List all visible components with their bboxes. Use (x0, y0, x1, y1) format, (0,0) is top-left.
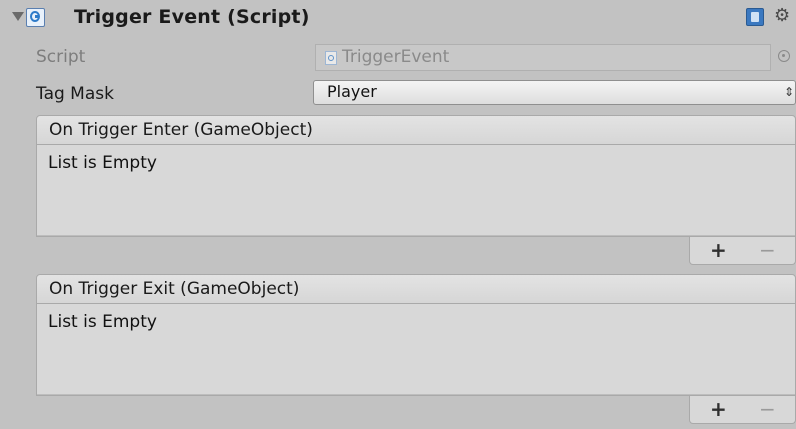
component-title: Trigger Event (Script) (74, 6, 310, 28)
inspector-panel: Trigger Event (Script) ⚙ Script TriggerE… (0, 0, 796, 429)
tag-mask-value: Player (327, 82, 377, 101)
add-listener-button[interactable]: + (710, 238, 727, 262)
gear-icon[interactable]: ⚙ (774, 6, 790, 26)
remove-listener-button[interactable]: − (759, 397, 776, 421)
on-trigger-exit-header: On Trigger Exit (GameObject) (36, 274, 796, 304)
dropdown-arrows-icon: ⇕ (784, 85, 795, 99)
triangle-down-icon[interactable] (12, 12, 24, 21)
list-empty-text: List is Empty (48, 153, 157, 173)
remove-listener-button[interactable]: − (759, 238, 776, 262)
script-file-icon (325, 51, 337, 65)
event-header-label: On Trigger Enter (GameObject) (49, 120, 313, 140)
on-trigger-exit-list[interactable]: List is Empty (36, 304, 796, 396)
on-trigger-enter-list[interactable]: List is Empty (36, 145, 796, 237)
on-trigger-exit-footer: + − (689, 396, 796, 424)
help-book-icon[interactable] (746, 8, 764, 26)
tag-mask-dropdown[interactable]: Player ⇕ (313, 80, 796, 105)
script-checkbox-icon[interactable] (26, 8, 45, 27)
script-field[interactable]: TriggerEvent (315, 44, 771, 71)
script-label: Script (36, 47, 86, 67)
list-empty-text: List is Empty (48, 312, 157, 332)
on-trigger-enter-footer: + − (689, 237, 796, 265)
component-header[interactable]: Trigger Event (Script) ⚙ (0, 0, 796, 38)
tag-mask-label: Tag Mask (36, 84, 114, 104)
script-value: TriggerEvent (342, 47, 450, 67)
on-trigger-enter-header: On Trigger Enter (GameObject) (36, 115, 796, 145)
event-header-label: On Trigger Exit (GameObject) (49, 279, 300, 299)
add-listener-button[interactable]: + (710, 397, 727, 421)
object-picker-icon[interactable] (778, 50, 790, 62)
